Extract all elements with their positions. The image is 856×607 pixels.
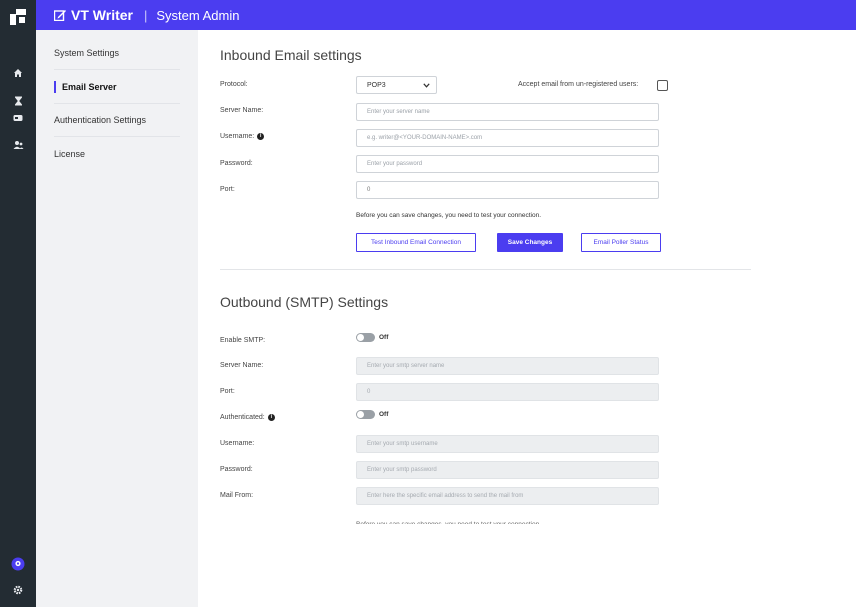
smtp-server-name-input[interactable]: Enter your smtp server name xyxy=(356,357,659,375)
icon-rail xyxy=(0,0,36,607)
username-label: Username: i xyxy=(220,133,265,140)
test-inbound-connection-button[interactable]: Test Inbound Email Connection xyxy=(356,233,476,252)
authenticated-state: Off xyxy=(379,411,389,418)
sidebar-item-label: Authentication Settings xyxy=(54,114,147,125)
accept-unregistered-checkbox[interactable] xyxy=(657,80,668,91)
sidebar-item-license[interactable]: License xyxy=(54,137,180,171)
server-name-input[interactable]: Enter your server name xyxy=(356,103,659,121)
enable-smtp-state: Off xyxy=(379,334,389,341)
app-logo-icon[interactable] xyxy=(10,9,26,25)
save-changes-button[interactable]: Save Changes xyxy=(497,233,563,252)
app-name: VT Writer xyxy=(71,7,133,23)
settings-sidebar: System Settings Email Server Authenticat… xyxy=(36,30,198,607)
smtp-username-label: Username: xyxy=(220,440,255,447)
smtp-password-input[interactable]: Enter your smtp password xyxy=(356,461,659,479)
card-icon[interactable] xyxy=(0,108,36,128)
home-icon[interactable] xyxy=(0,63,36,83)
title-separator: | xyxy=(143,7,148,23)
smtp-server-name-label: Server Name: xyxy=(220,362,264,369)
sidebar-item-system-settings[interactable]: System Settings xyxy=(54,36,180,70)
info-icon[interactable]: i xyxy=(257,133,265,140)
authenticated-label-text: Authenticated: xyxy=(220,414,265,421)
sidebar-item-authentication-settings[interactable]: Authentication Settings xyxy=(54,103,180,137)
password-label: Password: xyxy=(220,160,253,167)
smtp-password-label: Password: xyxy=(220,466,253,473)
port-input[interactable]: 0 xyxy=(356,181,659,199)
mail-from-input[interactable]: Enter here the specific email address to… xyxy=(356,487,659,505)
enable-smtp-label: Enable SMTP: xyxy=(220,337,266,344)
sidebar-item-label: System Settings xyxy=(54,47,120,58)
smtp-port-input[interactable]: 0 xyxy=(356,383,659,401)
info-icon[interactable]: i xyxy=(267,414,275,421)
main-content: Inbound Email settings Protocol: POP3 Ac… xyxy=(198,30,856,607)
inbound-title: Inbound Email settings xyxy=(220,47,362,63)
chevron-down-icon xyxy=(423,82,430,88)
brand[interactable]: VT Writer xyxy=(54,7,133,23)
edit-logo-icon xyxy=(54,10,66,21)
username-input[interactable]: e.g. writer@<YOUR-DOMAIN-NAME>.com xyxy=(356,129,659,147)
sidebar-item-label: Email Server xyxy=(62,81,117,92)
enable-smtp-toggle[interactable]: Off xyxy=(356,333,388,342)
server-name-label: Server Name: xyxy=(220,107,264,114)
password-input[interactable]: Enter your password xyxy=(356,155,659,173)
port-label: Port: xyxy=(220,186,235,193)
help-icon[interactable] xyxy=(0,554,36,574)
email-poller-status-button[interactable]: Email Poller Status xyxy=(581,233,661,252)
protocol-value: POP3 xyxy=(367,81,386,89)
authenticated-label: Authenticated: i xyxy=(220,414,275,421)
toggle-knob xyxy=(357,334,364,341)
toggle-track xyxy=(356,333,375,342)
accept-unregistered-label: Accept email from un-registered users: xyxy=(518,81,639,88)
outbound-title: Outbound (SMTP) Settings xyxy=(220,294,389,310)
smtp-port-label: Port: xyxy=(220,388,235,395)
toggle-knob xyxy=(357,411,364,418)
toggle-track xyxy=(356,410,375,419)
mail-from-label: Mail From: xyxy=(220,492,254,499)
protocol-select[interactable]: POP3 xyxy=(356,76,437,94)
section-divider xyxy=(220,269,751,270)
smtp-username-input[interactable]: Enter your smtp username xyxy=(356,435,659,453)
test-connection-note: Before you can save changes, you need to… xyxy=(356,212,542,219)
gear-icon[interactable] xyxy=(0,580,36,600)
users-icon[interactable] xyxy=(0,135,36,155)
smtp-test-note: Before you can save changes, you need to… xyxy=(356,519,541,524)
top-bar: VT Writer | System Admin xyxy=(36,0,856,30)
sidebar-item-email-server[interactable]: Email Server xyxy=(54,70,180,104)
sidebar-item-label: License xyxy=(54,149,86,159)
section-title: System Admin xyxy=(156,7,240,23)
protocol-label: Protocol: xyxy=(220,81,248,88)
username-label-text: Username: xyxy=(220,133,255,140)
authenticated-toggle[interactable]: Off xyxy=(356,410,388,419)
